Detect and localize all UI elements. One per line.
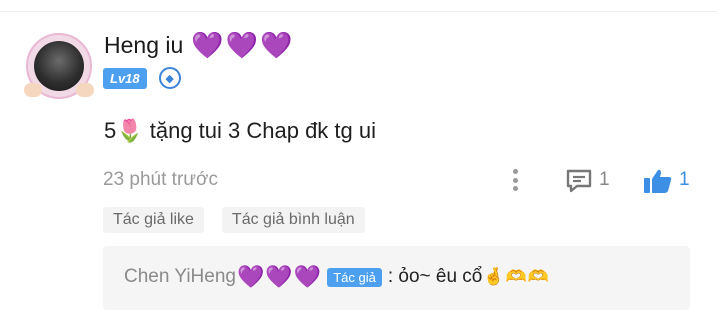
- username-hearts: 💜 💜 💜: [191, 32, 292, 58]
- avatar[interactable]: [24, 33, 94, 99]
- comment-meta-row: 23 phút trước 1 1: [103, 168, 693, 194]
- avatar-frame-decoration: [76, 83, 94, 97]
- username-row: Heng iu 💜 💜 💜: [104, 30, 292, 60]
- diamond-badge-icon: ◆: [158, 67, 181, 89]
- like-count: 1: [679, 169, 690, 190]
- level-badge: Lv18: [103, 67, 147, 89]
- avatar-photo: [34, 41, 84, 91]
- reply-author[interactable]: Chen YiHeng: [124, 266, 236, 288]
- heart-hands-icon: 🫶: [527, 267, 549, 286]
- username[interactable]: Heng iu: [104, 32, 183, 59]
- reply-author-hearts: 💜 💜 💜: [237, 266, 321, 288]
- comment-text: 5🌷 tặng tui 3 Chap đk tg ui: [104, 118, 377, 143]
- author-tags: Tác giả like Tác giả bình luận: [103, 207, 365, 233]
- author-badge: Tác giả: [327, 267, 382, 287]
- purple-heart-icon: 💜: [265, 264, 293, 289]
- reply-preview[interactable]: Chen YiHeng 💜 💜 💜 Tác giả : ỏo~ êu cổ 🤞 …: [103, 246, 690, 310]
- tag-author-liked: Tác giả like: [103, 207, 204, 233]
- reply-text: : ỏo~ êu cổ: [387, 266, 483, 287]
- avatar-frame-decoration: [24, 83, 42, 97]
- timestamp: 23 phút trước: [103, 169, 218, 190]
- purple-heart-icon: 💜: [260, 30, 293, 60]
- purple-heart-icon: 💜: [191, 30, 224, 60]
- reply-comment-icon[interactable]: [565, 168, 593, 194]
- badge-row: Lv18 ◆: [103, 67, 181, 89]
- purple-heart-icon: 💜: [293, 264, 322, 289]
- top-divider: [0, 11, 717, 12]
- purple-heart-icon: 💜: [236, 264, 265, 289]
- more-options-icon[interactable]: [507, 168, 523, 192]
- tag-author-commented: Tác giả bình luận: [221, 207, 365, 233]
- heart-hands-icon: 🫶: [505, 267, 527, 286]
- purple-heart-icon: 💜: [225, 30, 259, 60]
- reply-count: 1: [599, 169, 610, 190]
- crossed-fingers-icon: 🤞: [483, 267, 505, 286]
- thumbs-up-icon[interactable]: [643, 168, 673, 194]
- reply-line: Chen YiHeng 💜 💜 💜 Tác giả : ỏo~ êu cổ 🤞 …: [124, 266, 549, 288]
